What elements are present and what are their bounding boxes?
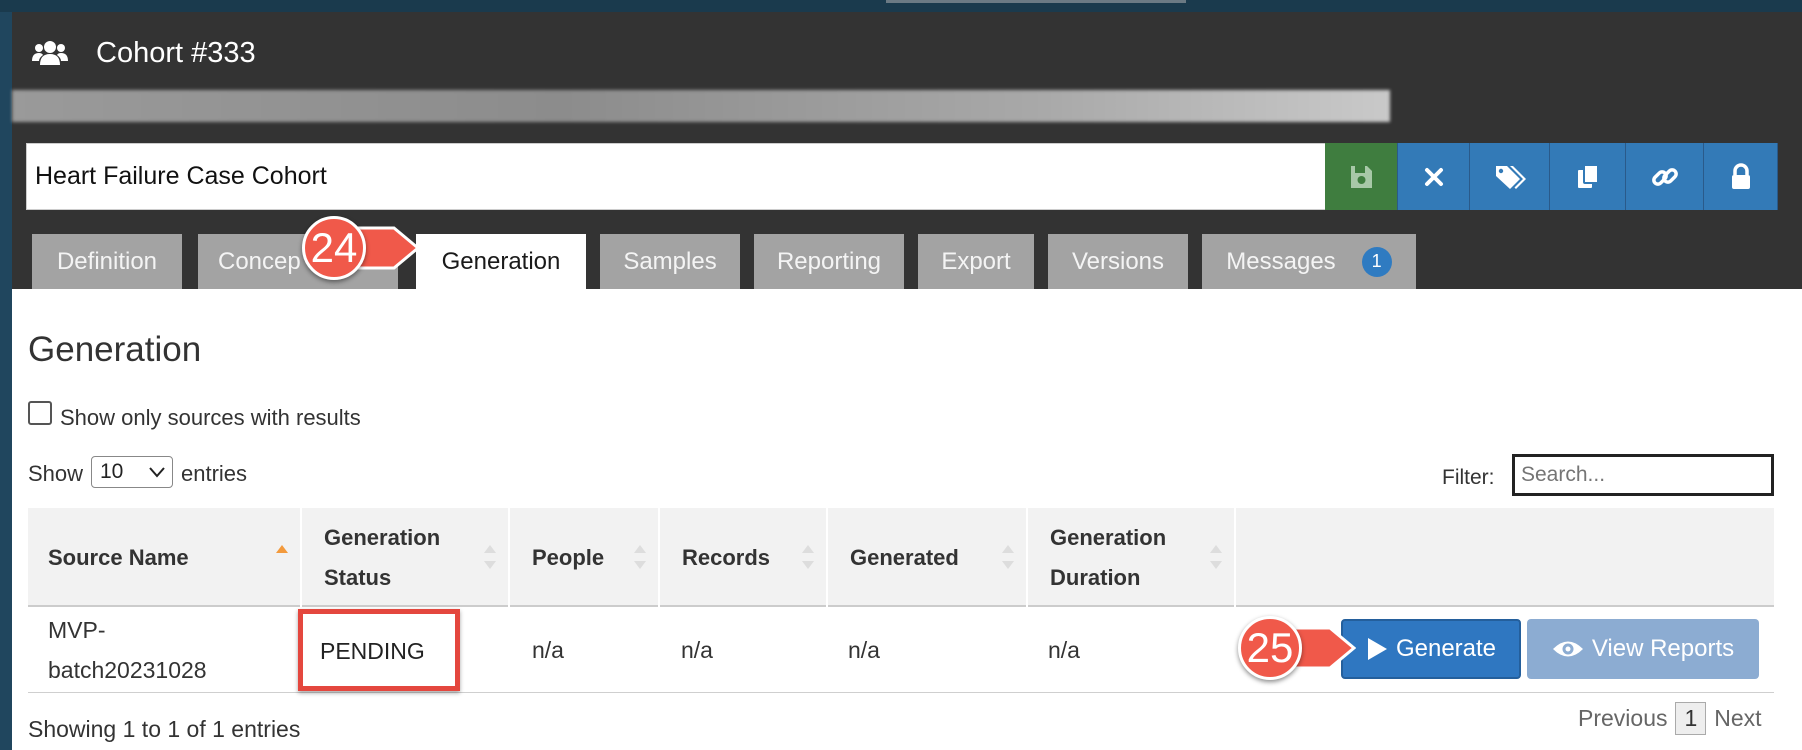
tab-samples[interactable]: Samples <box>600 234 740 289</box>
col-source-name[interactable]: Source Name <box>28 508 302 607</box>
column-title: Source Name <box>48 544 189 570</box>
cohort-name-input[interactable] <box>26 143 1336 210</box>
tab-export[interactable]: Export <box>918 234 1034 289</box>
blurred-description <box>12 90 1390 122</box>
col-people[interactable]: People <box>512 508 660 607</box>
left-edge <box>0 12 12 750</box>
sort-asc-icon <box>276 545 288 553</box>
tab-label: Concep <box>218 247 301 275</box>
source-name-line: batch20231028 <box>48 657 207 683</box>
status-badge: PENDING <box>320 638 425 664</box>
tab-label: Samples <box>623 247 717 275</box>
sort-icon <box>1002 545 1014 569</box>
callout-25: 25 <box>1238 616 1356 680</box>
tab-generation[interactable]: Generation <box>416 234 586 289</box>
generate-button[interactable]: Generate <box>1341 619 1521 679</box>
filter-label: Filter: <box>1442 466 1495 489</box>
chevron-down-icon <box>149 467 165 478</box>
column-title: Generated <box>850 544 959 570</box>
entries-value: 10 <box>100 460 124 483</box>
records-cell: n/a <box>681 636 713 663</box>
next-page-link[interactable]: Next <box>1714 705 1761 732</box>
tab-label: Reporting <box>776 247 882 275</box>
cohort-header: Cohort #333 Heart Failure Case Cohort De… <box>12 12 1802 289</box>
filter-input[interactable] <box>1512 454 1774 496</box>
generated-cell: n/a <box>848 636 880 663</box>
tags-icon <box>1495 165 1526 189</box>
title-row: Cohort #333 <box>32 36 256 70</box>
copy-icon <box>1577 163 1599 188</box>
column-title: Records <box>682 544 771 570</box>
play-icon <box>1367 638 1387 660</box>
section-heading: Generation <box>28 330 202 369</box>
callout-number: 25 <box>1238 616 1302 680</box>
tab-versions[interactable]: Versions <box>1048 234 1188 289</box>
status-highlight: PENDING <box>298 609 460 691</box>
floppy-disk-icon <box>1351 165 1372 188</box>
cohort-toolbar <box>1325 143 1778 210</box>
checkbox-label: Show only sources with results <box>60 405 361 430</box>
people-cell: n/a <box>532 636 564 663</box>
sort-icon <box>802 545 814 569</box>
tab-reporting[interactable]: Reporting <box>754 234 904 289</box>
column-title: Generation Duration <box>1050 524 1167 590</box>
previous-page-link[interactable]: Previous <box>1578 705 1667 732</box>
lock-icon <box>1731 162 1750 189</box>
view-reports-label: View Reports <box>1591 635 1735 662</box>
callout-number: 24 <box>302 216 366 280</box>
duration-cell: n/a <box>1048 636 1080 663</box>
tab-definition[interactable]: Definition <box>32 234 182 289</box>
page-1-button[interactable]: 1 <box>1675 701 1707 735</box>
sort-icon <box>634 545 646 569</box>
sort-icon <box>1210 545 1222 569</box>
source-name-cell: MVP- batch20231028 <box>48 607 298 693</box>
tab-label: Export <box>941 247 1011 275</box>
tab-label: Messages <box>1226 247 1336 275</box>
save-button[interactable] <box>1325 143 1398 210</box>
close-icon <box>1424 167 1443 186</box>
users-icon <box>32 41 68 65</box>
top-strip <box>0 0 1802 12</box>
col-generation-status[interactable]: Generation Status <box>304 508 510 607</box>
browser-tab-hint <box>886 0 1186 3</box>
column-title: People <box>532 544 605 570</box>
tab-label: Generation <box>441 247 561 275</box>
col-generated[interactable]: Generated <box>830 508 1028 607</box>
table-header: Source Name Generation Status People Rec… <box>28 508 1774 607</box>
tab-label: Definition <box>56 247 158 275</box>
lock-button[interactable] <box>1704 143 1778 210</box>
cohort-panel: Cohort #333 Heart Failure Case Cohort De… <box>12 12 1802 750</box>
copy-button[interactable] <box>1550 143 1626 210</box>
entries-label: entries <box>181 461 248 486</box>
col-generation-duration[interactable]: Generation Duration <box>1030 508 1236 607</box>
show-label: Show <box>28 461 84 486</box>
link-button[interactable] <box>1626 143 1704 210</box>
view-reports-button[interactable]: View Reports <box>1527 619 1759 679</box>
entries-select[interactable]: 10 <box>91 456 173 488</box>
tab-messages[interactable]: Messages 1 <box>1202 234 1416 289</box>
col-records[interactable]: Records <box>662 508 828 607</box>
column-title: Generation Status <box>324 524 441 590</box>
link-icon <box>1651 167 1678 186</box>
pagination: Previous 1 Next <box>1578 700 1762 736</box>
table-info: Showing 1 to 1 of 1 entries <box>28 716 301 742</box>
eye-icon <box>1552 641 1583 657</box>
page-title: Cohort #333 <box>96 36 256 69</box>
results-only-checkbox[interactable] <box>28 401 52 425</box>
callout-24: 24 <box>302 216 420 280</box>
tab-label: Versions <box>1071 247 1165 275</box>
messages-badge: 1 <box>1361 246 1392 277</box>
close-button[interactable] <box>1398 143 1470 210</box>
sort-icon <box>484 545 496 569</box>
generate-label: Generate <box>1395 635 1497 662</box>
source-name-line: MVP- <box>48 617 106 643</box>
tags-button[interactable] <box>1470 143 1550 210</box>
